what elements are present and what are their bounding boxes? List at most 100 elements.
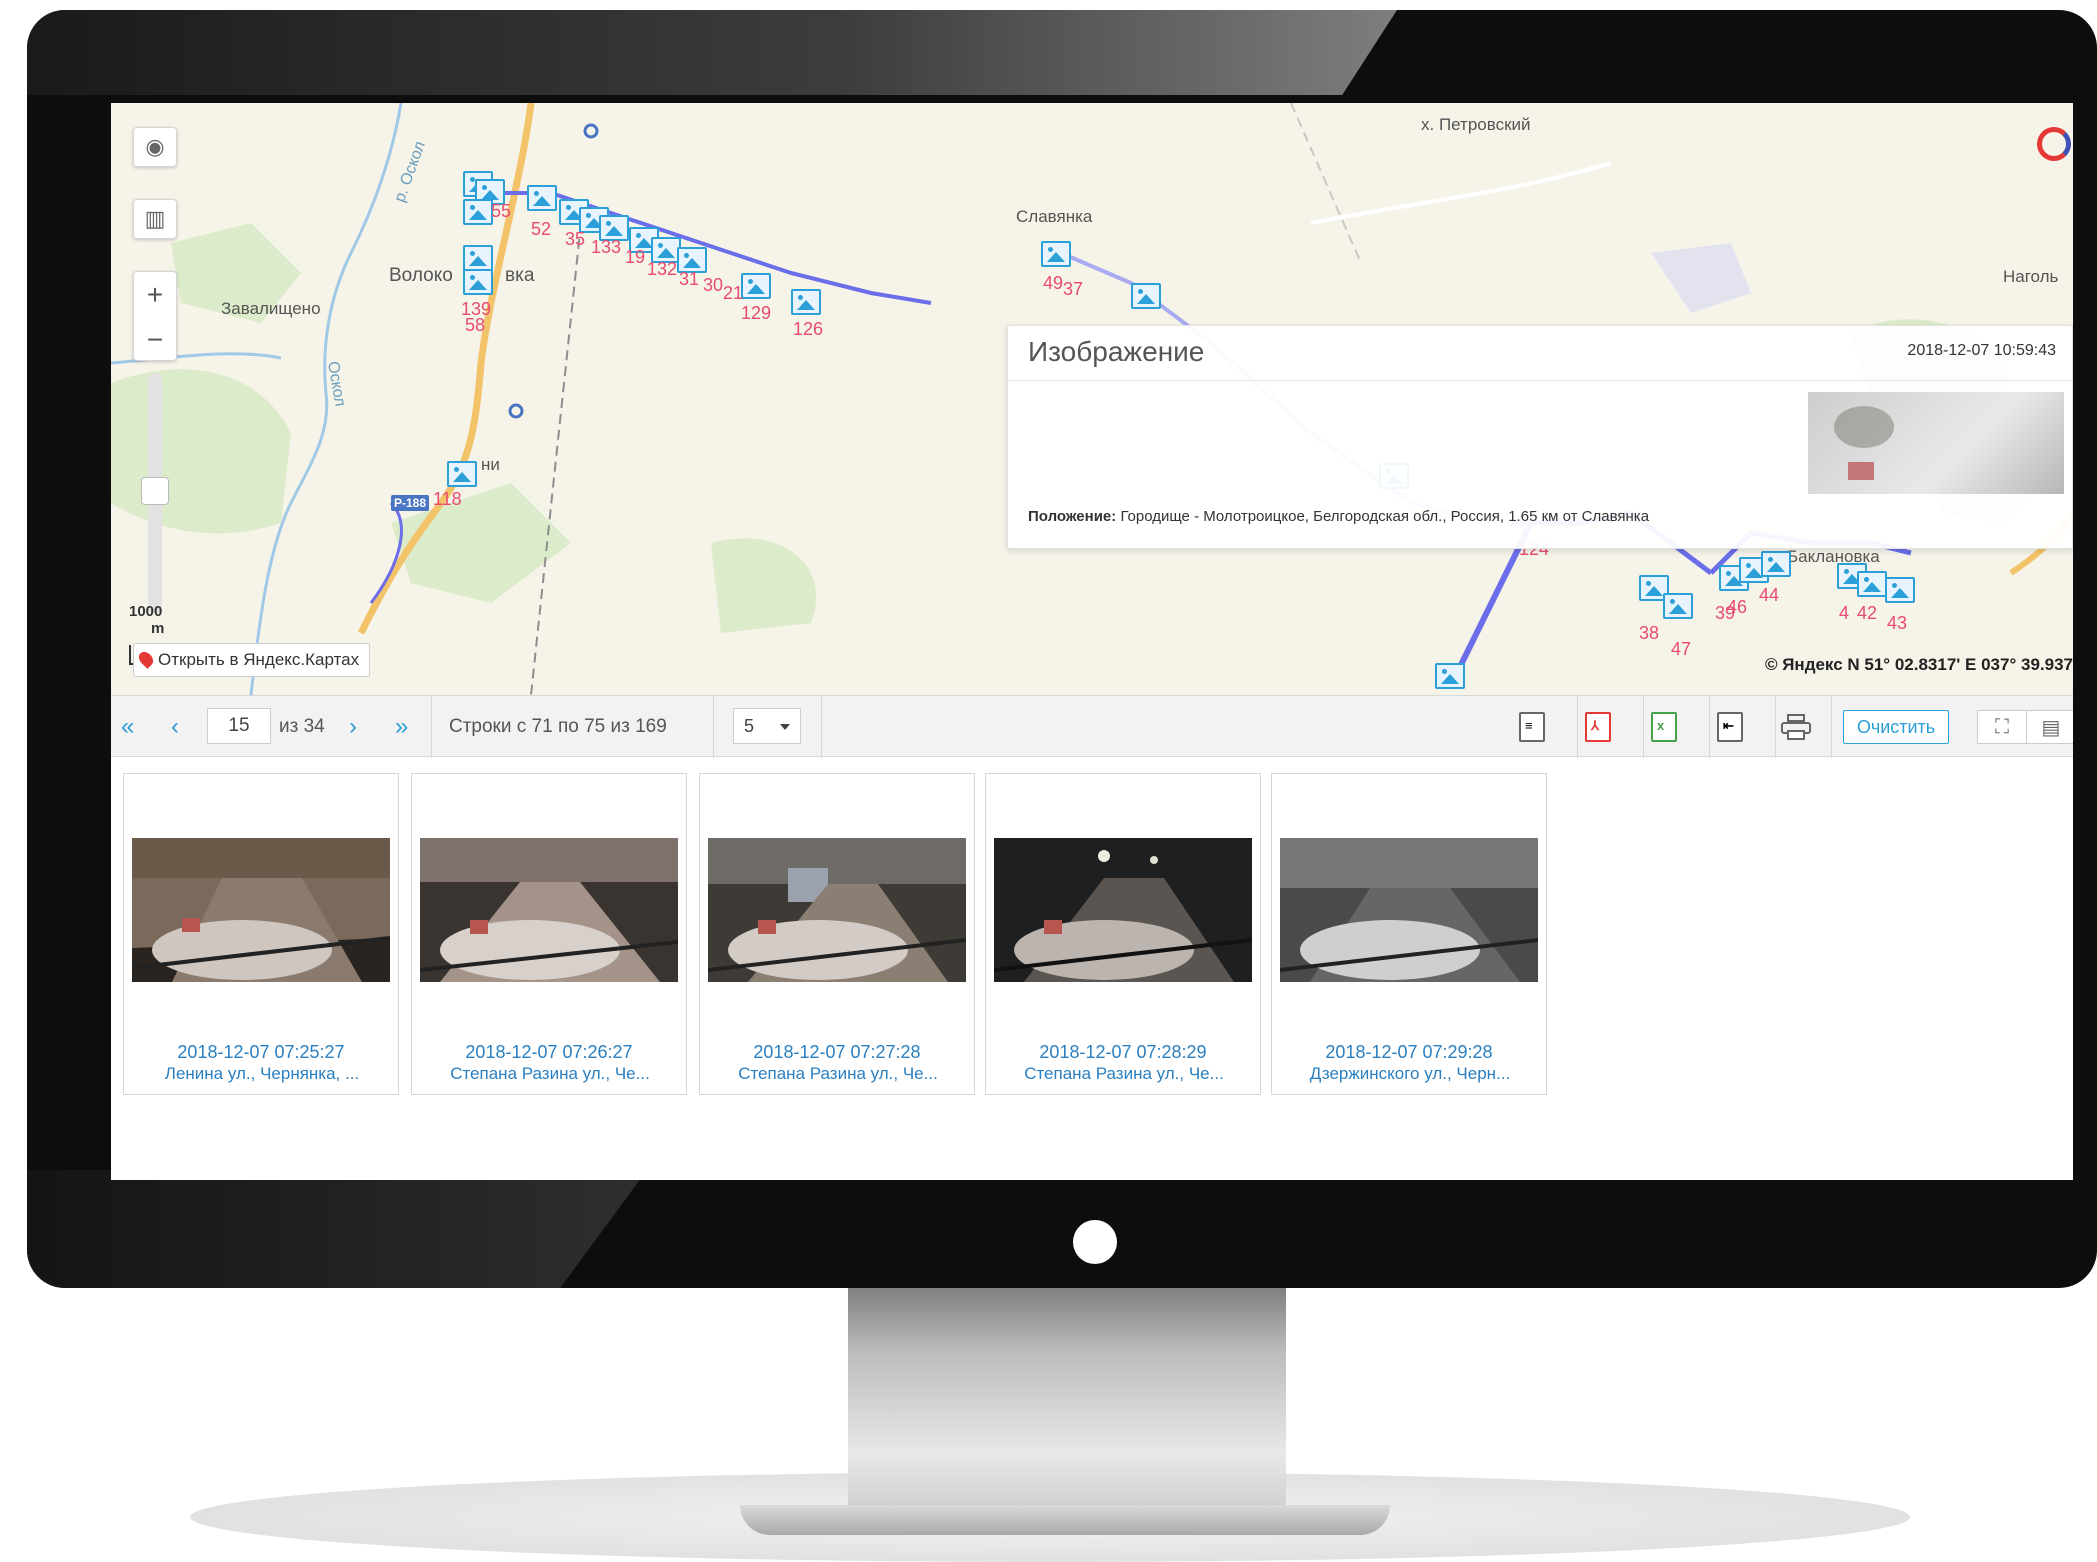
map-scale: 1000 m	[129, 603, 164, 637]
marker-number: 44	[1759, 585, 1780, 605]
pdf-icon-glyph: ⅄	[1591, 718, 1599, 733]
card-date[interactable]: 2018-12-07 07:25:27	[124, 1042, 398, 1063]
road-photo	[708, 838, 966, 982]
marker-number: 31	[679, 269, 700, 289]
table-view-icon[interactable]: ▤	[2027, 711, 2073, 743]
marker-number: 58	[465, 315, 486, 335]
next-page-button[interactable]: ›	[349, 696, 357, 758]
card-date[interactable]: 2018-12-07 07:27:28	[700, 1042, 974, 1063]
clear-button[interactable]: Очистить	[1843, 710, 1949, 744]
page-size-value: 5	[744, 716, 755, 736]
marker-number: 30	[703, 275, 724, 295]
marker-number: 19	[625, 247, 646, 267]
excel-icon[interactable]: x	[1651, 712, 1677, 742]
pager-toolbar: « ‹ 15 из 34 › » Строки с 71 по 75 из 16…	[111, 695, 2073, 758]
popup-image-detail	[1834, 406, 1894, 448]
photo-marker[interactable]	[1857, 571, 1887, 597]
columns-icon[interactable]: ≡	[1519, 712, 1545, 742]
popup-date: 2018-12-07 10:59:43	[1907, 342, 2056, 359]
marker-number: 4	[1839, 603, 1850, 623]
card-date[interactable]: 2018-12-07 07:29:28	[1272, 1042, 1546, 1063]
marker-number: 49	[1043, 273, 1064, 293]
road-photo	[420, 838, 678, 982]
monitor-stand-neck	[848, 1285, 1286, 1510]
map-view[interactable]: ◉ ▥ + − х. Петровский Славянка Волоко вк…	[111, 103, 2073, 695]
pdf-icon[interactable]: ⅄	[1585, 712, 1611, 742]
photo-marker[interactable]	[463, 245, 493, 271]
photo-marker[interactable]	[1041, 241, 1071, 267]
marker-number: 129	[741, 303, 772, 323]
gallery-card[interactable]: 2018-12-07 07:25:27 Ленина ул., Чернянка…	[123, 773, 399, 1095]
gallery-card[interactable]: 2018-12-07 07:26:27 Степана Разина ул., …	[411, 773, 687, 1095]
yandex-logo-icon	[2037, 127, 2071, 161]
photo-marker[interactable]	[463, 269, 493, 295]
gallery-card[interactable]: 2018-12-07 07:27:28 Степана Разина ул., …	[699, 773, 975, 1095]
card-date[interactable]: 2018-12-07 07:26:27	[412, 1042, 686, 1063]
image-popup: Изображение 2018-12-07 10:59:43 Положени…	[1007, 325, 2073, 549]
print-icon[interactable]	[1781, 714, 1811, 740]
gallery-image[interactable]	[708, 838, 966, 982]
map-label-ni: ни	[481, 455, 500, 474]
marker-number: 39	[1715, 603, 1736, 623]
zoom-slider-handle[interactable]	[141, 477, 169, 505]
page-number-input[interactable]: 15	[207, 708, 271, 744]
marker-number: 55	[491, 201, 512, 221]
marker-number: 37	[1063, 279, 1084, 299]
photo-marker[interactable]	[1663, 593, 1693, 619]
photo-marker[interactable]	[741, 273, 771, 299]
popup-position-label: Положение:	[1028, 508, 1117, 525]
marker-number: 133	[591, 237, 622, 257]
chevron-down-icon	[780, 724, 790, 730]
open-in-yandex-link[interactable]: Открыть в Яндекс.Картах	[133, 643, 371, 677]
marker-number: 118	[433, 489, 462, 509]
view-toggle: ⛶ ▤	[1977, 710, 2073, 744]
monitor-stand-foot	[740, 1505, 1390, 1535]
prev-page-button[interactable]: ‹	[171, 696, 179, 758]
card-address[interactable]: Дзержинского ул., Черн...	[1278, 1064, 1542, 1084]
eye-icon[interactable]: ◉	[133, 127, 177, 167]
road-photo	[994, 838, 1252, 982]
first-page-button[interactable]: «	[121, 696, 134, 758]
gallery-image[interactable]	[994, 838, 1252, 982]
card-address[interactable]: Степана Разина ул., Че...	[706, 1064, 970, 1084]
map-icon[interactable]: ▥	[133, 199, 177, 239]
gallery-card[interactable]: 2018-12-07 07:29:28 Дзержинского ул., Че…	[1271, 773, 1547, 1095]
photo-marker[interactable]	[447, 461, 477, 487]
map-label-nagolny: Наголь	[2003, 267, 2059, 286]
map-label-petrovsky: х. Петровский	[1421, 115, 1531, 134]
photo-marker[interactable]	[791, 289, 821, 315]
card-address[interactable]: Ленина ул., Чернянка, ...	[130, 1064, 394, 1084]
zoom-in-button[interactable]: +	[134, 272, 176, 317]
marker-number: 43	[1887, 613, 1908, 633]
gallery-image[interactable]	[420, 838, 678, 982]
gallery-card[interactable]: 2018-12-07 07:28:29 Степана Разина ул., …	[985, 773, 1261, 1095]
photo-marker[interactable]	[1131, 283, 1161, 309]
last-page-button[interactable]: »	[395, 696, 408, 758]
photo-marker[interactable]	[1761, 551, 1791, 577]
marker-number: 126	[793, 319, 824, 339]
marker-number: 52	[531, 219, 552, 239]
photo-marker[interactable]	[1435, 663, 1465, 689]
card-date[interactable]: 2018-12-07 07:28:29	[986, 1042, 1260, 1063]
marker-number: 35	[565, 229, 586, 249]
photo-marker[interactable]	[1885, 577, 1915, 603]
divider	[1643, 696, 1644, 758]
popup-title: Изображение	[1028, 336, 1205, 367]
map-view-icon[interactable]: ⛶	[1978, 711, 2027, 743]
columns-icon-glyph: ≡	[1525, 718, 1533, 733]
photo-marker[interactable]	[463, 199, 493, 225]
card-address[interactable]: Степана Разина ул., Че...	[418, 1064, 682, 1084]
road-photo	[1280, 838, 1538, 982]
zoom-out-button[interactable]: −	[134, 317, 176, 362]
road-badge: Р-188	[391, 495, 430, 511]
photo-marker[interactable]	[527, 185, 557, 211]
card-address[interactable]: Степана Разина ул., Че...	[992, 1064, 1256, 1084]
export-icon[interactable]: ⇤	[1717, 712, 1743, 742]
gallery-image[interactable]	[1280, 838, 1538, 982]
gallery-image[interactable]	[132, 838, 390, 982]
monitor-glare-bottom	[27, 1170, 647, 1288]
map-label-zavalishcheno: Завалищено	[221, 299, 321, 318]
page-size-select[interactable]: 5	[733, 708, 801, 744]
popup-image[interactable]	[1808, 392, 2064, 494]
marker-number: 42	[1857, 603, 1878, 623]
